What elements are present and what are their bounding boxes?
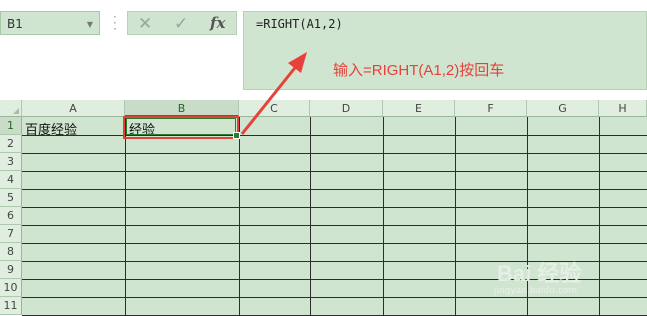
row-header-4[interactable]: 4 xyxy=(0,171,22,189)
row-gridline xyxy=(22,189,647,190)
highlight-box xyxy=(123,116,239,139)
row-header-11[interactable]: 11 xyxy=(0,297,22,315)
check-icon[interactable]: ✓ xyxy=(174,14,188,34)
row-header-8[interactable]: 8 xyxy=(0,243,22,261)
name-box-value: B1 xyxy=(7,17,23,31)
row-gridline xyxy=(22,153,647,154)
column-gridline xyxy=(599,117,600,316)
row-header-1[interactable]: 1 xyxy=(0,117,22,135)
row-header-3[interactable]: 3 xyxy=(0,153,22,171)
column-header-c[interactable]: C xyxy=(239,100,310,117)
row-gridline xyxy=(22,135,647,136)
column-gridline xyxy=(310,117,311,316)
row-gridline xyxy=(22,297,647,298)
select-all-corner[interactable] xyxy=(0,100,22,117)
column-gridline xyxy=(383,117,384,316)
column-header-d[interactable]: D xyxy=(310,100,383,117)
column-header-g[interactable]: G xyxy=(527,100,599,117)
cross-icon[interactable]: ✕ xyxy=(138,14,152,34)
formula-toolbar: B1 ▼ · · · ✕ ✓ fx =RIGHT(A1,2) 输入=RIGHT(A1… xyxy=(0,0,647,100)
row-header-10[interactable]: 10 xyxy=(0,279,22,297)
column-header-e[interactable]: E xyxy=(383,100,455,117)
drag-handle-icon[interactable]: · · · xyxy=(113,11,117,35)
fill-handle[interactable] xyxy=(233,132,240,139)
row-gridline xyxy=(22,243,647,244)
column-header-f[interactable]: F xyxy=(455,100,527,117)
row-header-5[interactable]: 5 xyxy=(0,189,22,207)
watermark-logo: Bai 经验 xyxy=(497,261,582,286)
row-header-9[interactable]: 9 xyxy=(0,261,22,279)
column-gridline xyxy=(239,117,240,316)
row-header-6[interactable]: 6 xyxy=(0,207,22,225)
column-gridline xyxy=(455,117,456,316)
name-box[interactable]: B1 ▼ xyxy=(0,11,100,35)
column-header-a[interactable]: A xyxy=(22,100,125,117)
cell-a1[interactable]: 百度经验 xyxy=(25,119,77,138)
column-header-h[interactable]: H xyxy=(599,100,647,117)
row-header-2[interactable]: 2 xyxy=(0,135,22,153)
row-gridline xyxy=(22,207,647,208)
row-gridline xyxy=(22,225,647,226)
row-gridline xyxy=(22,171,647,172)
chevron-down-icon[interactable]: ▼ xyxy=(87,20,93,29)
column-header-b[interactable]: B xyxy=(125,100,239,117)
watermark-url: jingyan.baidu.com xyxy=(494,286,578,296)
formula-input[interactable]: =RIGHT(A1,2) 输入=RIGHT(A1,2)按回车 xyxy=(243,11,647,90)
formula-text: =RIGHT(A1,2) xyxy=(256,17,343,31)
formula-buttons: ✕ ✓ fx xyxy=(127,11,237,35)
row-header-7[interactable]: 7 xyxy=(0,225,22,243)
instruction-annotation: 输入=RIGHT(A1,2)按回车 xyxy=(333,62,505,79)
column-gridline xyxy=(125,117,126,316)
fx-icon[interactable]: fx xyxy=(210,14,225,32)
